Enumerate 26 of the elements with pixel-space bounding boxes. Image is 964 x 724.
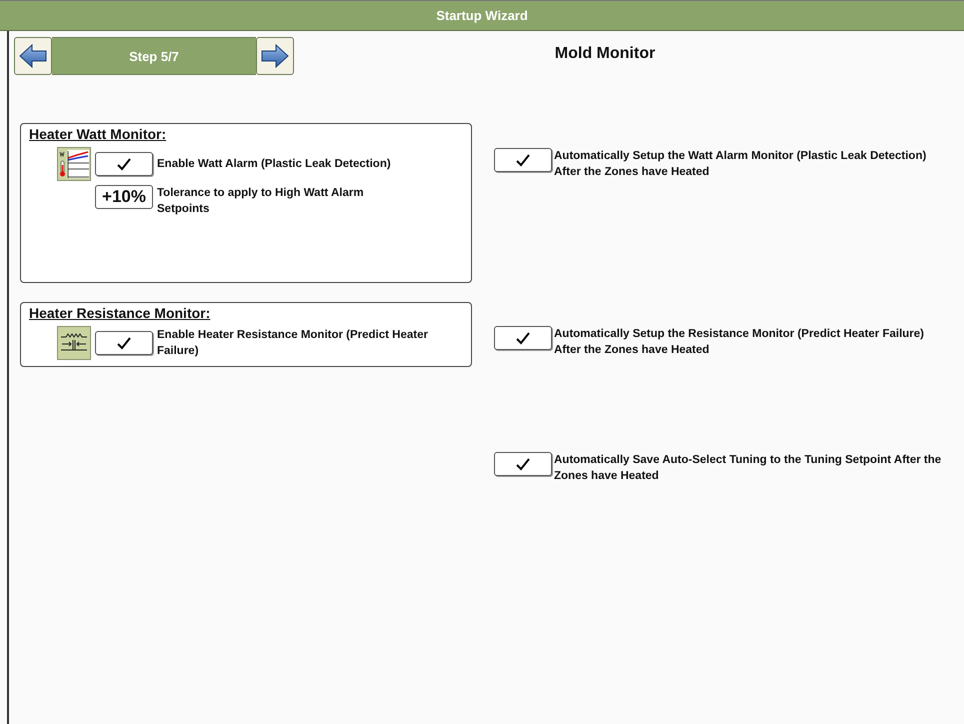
window-title: Startup Wizard (0, 0, 964, 31)
watt-chart-icon (57, 147, 91, 181)
checkmark-icon (515, 153, 531, 167)
next-button[interactable] (256, 37, 294, 75)
checkbox[interactable] (494, 326, 552, 350)
page-title: Mold Monitor (554, 45, 656, 63)
checkmark-icon (515, 331, 531, 345)
checkmark-icon (515, 457, 531, 471)
previous-button[interactable] (14, 37, 52, 75)
checkbox[interactable] (95, 331, 153, 355)
option-label: Automatically Setup the Resistance Monitor (Predict Heater Failure) After the Zones have Heated (554, 327, 925, 358)
panel-heading: Heater Watt Monitor: (29, 126, 166, 142)
option-label: Enable Heater Resistance Monitor (Predict Heater Failure) (157, 328, 429, 359)
checkbox[interactable] (494, 452, 552, 476)
checkmark-icon (116, 157, 132, 171)
option-label: Automatically Setup the Watt Alarm Monitor (Plastic Leak Detection) After the Zones have Heated (554, 149, 928, 180)
tolerance-field[interactable]: +10% (95, 185, 153, 209)
checkbox[interactable] (494, 148, 552, 172)
resistor-icon (57, 326, 91, 360)
option-label: Tolerance to apply to High Watt Alarm Setpoints (157, 186, 365, 217)
option-label: Enable Watt Alarm (Plastic Leak Detection) (157, 157, 392, 172)
option-label: Automatically Save Auto-Select Tuning to the Tuning Setpoint After the Zones have Heated (554, 453, 942, 484)
checkbox[interactable] (95, 152, 153, 176)
step-indicator: Step 5/7 (52, 37, 256, 75)
checkmark-icon (116, 336, 132, 350)
panel-heading: Heater Resistance Monitor: (29, 305, 210, 321)
